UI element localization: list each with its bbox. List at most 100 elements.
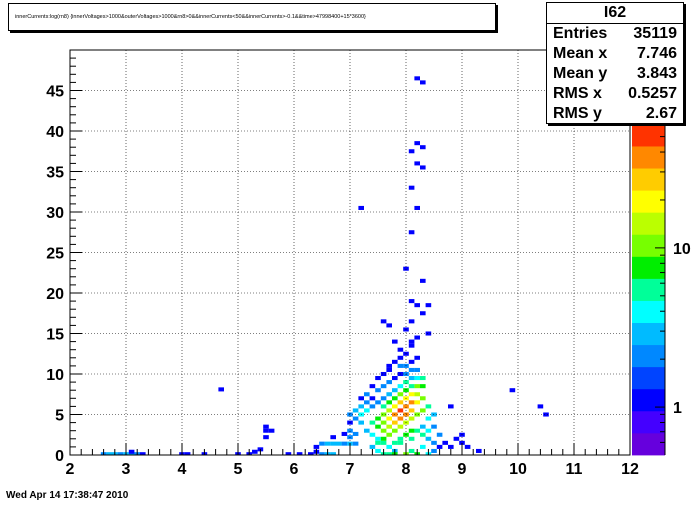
heatmap-cell xyxy=(414,161,420,166)
heatmap-cell xyxy=(414,392,420,397)
colorbar-segment xyxy=(632,146,665,169)
heatmap-cell xyxy=(341,431,348,436)
heatmap-cell xyxy=(380,440,387,445)
stat-value: 7.746 xyxy=(636,45,677,62)
heatmap-cell xyxy=(375,448,381,453)
heatmap-cell xyxy=(397,355,404,360)
heatmap-cell xyxy=(392,420,398,425)
heatmap-cell xyxy=(408,339,415,344)
heatmap-cell xyxy=(369,384,376,389)
heatmap-cell xyxy=(420,278,426,283)
y-tick-label: 45 xyxy=(46,84,64,101)
heatmap-cell xyxy=(263,424,269,429)
heatmap-cell xyxy=(397,424,404,429)
y-tick-label: 5 xyxy=(55,408,64,425)
heatmap-cell xyxy=(442,440,448,445)
heatmap-cell xyxy=(397,416,404,421)
heatmap-cell xyxy=(420,396,426,401)
heatmap-cell xyxy=(397,436,404,441)
colorbar-segment xyxy=(632,190,665,213)
colorbar-segment xyxy=(632,234,665,257)
heatmap-cell xyxy=(408,408,415,413)
heatmap-cell xyxy=(386,416,392,421)
heatmap-cells xyxy=(100,76,549,455)
heatmap-cell xyxy=(352,431,359,436)
heatmap-cell xyxy=(386,400,392,405)
heatmap-cell xyxy=(408,384,415,389)
heatmap-cell xyxy=(431,448,437,453)
heatmap-cell xyxy=(392,396,398,401)
y-tick-label: 25 xyxy=(46,246,64,263)
heatmap-cell xyxy=(420,80,426,85)
heatmap-cell xyxy=(420,145,426,150)
heatmap-cell xyxy=(392,376,398,381)
heatmap-cell xyxy=(392,404,398,409)
y-tick-label: 10 xyxy=(46,367,64,384)
colorbar-segment xyxy=(632,344,665,368)
heatmap-cell xyxy=(414,76,420,81)
heatmap-cell xyxy=(386,408,392,413)
heatmap-cell xyxy=(425,404,432,409)
heatmap-cell xyxy=(364,392,370,397)
heatmap-cell xyxy=(425,436,432,441)
stat-value: 0.5257 xyxy=(628,85,677,102)
heatmap-cell xyxy=(414,303,420,308)
heatmap-cell xyxy=(380,384,387,389)
colorbar-segment xyxy=(632,300,665,323)
heatmap-cell xyxy=(408,416,415,421)
heatmap-cell xyxy=(420,408,426,413)
heatmap-cell xyxy=(358,420,364,425)
heatmap-cell xyxy=(358,396,364,401)
heatmap-cell xyxy=(369,432,376,437)
heatmap-cell xyxy=(403,388,409,393)
colorbar-segment xyxy=(632,432,665,456)
heatmap-cell xyxy=(128,449,135,454)
heatmap-cell xyxy=(369,396,376,401)
colorbar-segment xyxy=(632,212,665,235)
statistics-box: I62 Entries 35119 Mean x 7.746 Mean y 3.… xyxy=(546,2,684,124)
heatmap-cell xyxy=(364,428,370,433)
heatmap-cell xyxy=(386,424,392,429)
heatmap-cell xyxy=(375,376,381,381)
heatmap-cell xyxy=(369,420,376,425)
y-tick-label: 0 xyxy=(55,448,64,465)
y-tick-label: 35 xyxy=(46,165,64,182)
heatmap-cell xyxy=(364,400,370,405)
stat-label: Entries xyxy=(553,25,608,42)
x-tick-label: 7 xyxy=(346,461,355,478)
heatmap-cell xyxy=(380,404,387,409)
heatmap-cell xyxy=(358,404,364,409)
stat-row-entries: Entries 35119 xyxy=(547,24,683,44)
heatmap-cell xyxy=(431,424,437,429)
heatmap-cell xyxy=(408,376,415,381)
heatmap-cell xyxy=(408,400,415,405)
heatmap-cell xyxy=(397,440,404,445)
heatmap-cell xyxy=(397,392,404,397)
heatmap-cell xyxy=(420,424,426,429)
heatmap-cell xyxy=(319,441,325,446)
colorbar-segment xyxy=(632,388,665,412)
heatmap-cell xyxy=(375,424,381,429)
heatmap-cell xyxy=(420,384,426,389)
heatmap-cell xyxy=(263,435,269,440)
colorbar-tick-label: 10 xyxy=(673,241,691,258)
heatmap-cell xyxy=(268,428,275,433)
heatmap-cell xyxy=(330,435,336,440)
heatmap-cell xyxy=(375,388,381,393)
heatmap-cell xyxy=(352,408,359,413)
heatmap-cell xyxy=(324,441,331,446)
heatmap-cell xyxy=(397,408,404,413)
x-tick-label: 11 xyxy=(566,461,583,478)
heatmap-cell xyxy=(392,428,398,433)
heatmap-cell xyxy=(408,319,415,324)
heatmap-cell xyxy=(380,420,387,425)
x-tick-label: 5 xyxy=(234,461,243,478)
heatmap-cell xyxy=(414,376,420,381)
heatmap-cell xyxy=(537,404,544,409)
heatmap-cell xyxy=(369,404,376,409)
heatmap-cell xyxy=(448,404,454,409)
heatmap-cell xyxy=(408,185,415,190)
heatmap-cell xyxy=(436,432,443,437)
x-tick-label: 10 xyxy=(509,461,527,478)
heatmap-cell xyxy=(358,205,364,210)
